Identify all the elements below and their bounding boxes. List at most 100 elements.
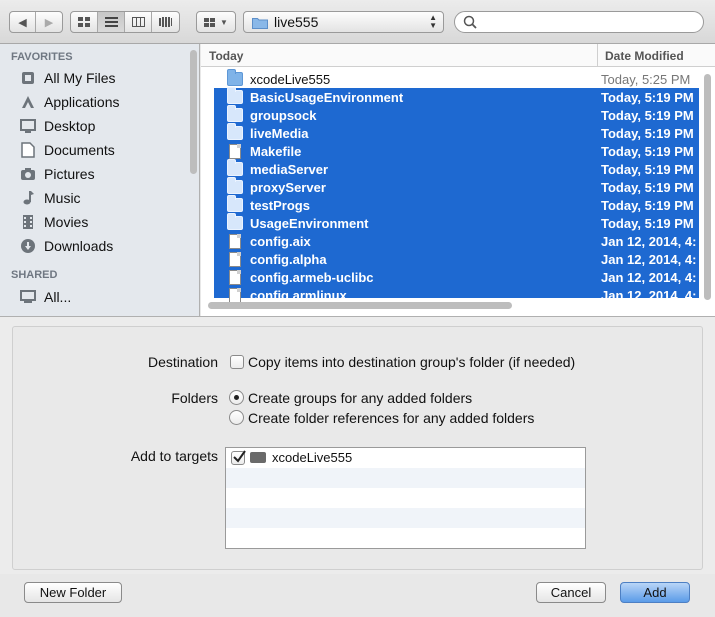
create-folder-references-radio[interactable] <box>229 410 244 425</box>
folder-icon <box>227 105 243 122</box>
file-row[interactable]: proxyServer Today, 5:19 PM <box>227 177 699 196</box>
sidebar-item-all-my-files[interactable]: All My Files <box>18 66 186 90</box>
search-input[interactable] <box>481 15 691 29</box>
cover-flow-icon <box>159 17 172 27</box>
file-row[interactable]: Makefile Today, 5:19 PM <box>227 142 699 160</box>
file-name: proxyServer <box>250 179 326 195</box>
column-divider[interactable] <box>597 44 598 67</box>
file-name: xcodeLive555 <box>250 71 331 87</box>
file-row[interactable]: config.aix Jan 12, 2014, 4: <box>227 232 699 250</box>
copy-items-label[interactable]: Copy items into destination group's fold… <box>248 354 575 370</box>
file-name: Makefile <box>250 143 302 159</box>
documents-icon <box>18 141 38 159</box>
sidebar-item-label: Downloads <box>44 238 114 254</box>
arrange-button-body: ▼ <box>197 12 235 32</box>
file-row[interactable]: mediaServer Today, 5:19 PM <box>227 159 699 178</box>
document-icon <box>229 143 241 159</box>
options-panel: Destination Copy items into destination … <box>0 316 715 574</box>
empty-row <box>226 468 585 488</box>
sidebar-item-pictures[interactable]: Pictures <box>18 162 186 186</box>
arrange-menu-button[interactable]: ▼ <box>196 11 236 33</box>
empty-row <box>226 528 585 548</box>
file-row[interactable]: groupsock Today, 5:19 PM <box>227 105 699 124</box>
icon-view-button[interactable] <box>71 12 98 32</box>
icon-view-icon <box>78 17 90 27</box>
file-list-horizontal-scrollbar[interactable] <box>208 302 512 309</box>
path-popup[interactable]: live555 ▲ ▼ <box>243 11 444 33</box>
folder-icon <box>227 213 243 230</box>
create-groups-radio[interactable] <box>229 390 244 405</box>
back-forward-control: ◀ ▶ <box>9 11 63 33</box>
document-icon <box>229 233 241 249</box>
target-name: xcodeLive555 <box>272 450 353 465</box>
search-icon <box>463 15 477 29</box>
cover-flow-button[interactable] <box>152 12 179 32</box>
file-name: groupsock <box>250 107 317 123</box>
destination-label: Destination <box>147 354 218 370</box>
list-view-button[interactable] <box>98 12 125 32</box>
sidebar-item-downloads[interactable]: Downloads <box>18 234 186 258</box>
create-groups-label[interactable]: Create groups for any added folders <box>248 390 472 406</box>
target-checkbox[interactable] <box>231 450 246 465</box>
file-date: Jan 12, 2014, 4: <box>601 269 697 285</box>
target-row[interactable]: xcodeLive555 <box>226 448 585 468</box>
favorites-heading: FAVORITES <box>11 51 73 63</box>
file-date: Jan 12, 2014, 4: <box>601 233 697 249</box>
sidebar-item-label: All... <box>44 289 72 305</box>
view-mode-control <box>70 11 180 33</box>
file-date: Today, 5:25 PM <box>601 71 691 87</box>
movies-icon <box>18 213 38 231</box>
file-name: mediaServer <box>250 161 329 177</box>
file-row[interactable]: UsageEnvironment Today, 5:19 PM <box>227 213 699 232</box>
column-header-date[interactable]: Date Modified <box>605 49 684 63</box>
document-icon <box>229 251 241 267</box>
copy-items-checkbox[interactable] <box>230 355 244 369</box>
targets-list: xcodeLive555 <box>225 447 586 549</box>
column-view-icon <box>131 17 145 27</box>
sidebar-scrollbar[interactable] <box>190 50 197 174</box>
file-list: Today Date Modified xcodeLive555 Today, … <box>201 44 715 316</box>
sidebar-item-documents[interactable]: Documents <box>18 138 186 162</box>
back-button[interactable]: ◀ <box>10 12 36 32</box>
sidebar-item-all-shared[interactable]: All... <box>18 285 186 309</box>
desktop-icon <box>18 117 38 135</box>
sidebar: FAVORITES All My Files Applications Desk… <box>0 44 200 316</box>
file-row[interactable]: liveMedia Today, 5:19 PM <box>227 123 699 142</box>
column-header-name[interactable]: Today <box>209 49 243 63</box>
sidebar-item-movies[interactable]: Movies <box>18 210 186 234</box>
folders-label: Folders <box>171 390 218 406</box>
file-date: Today, 5:19 PM <box>601 197 694 213</box>
file-name: UsageEnvironment <box>250 215 369 231</box>
file-name: testProgs <box>250 197 310 213</box>
file-list-header: Today Date Modified <box>201 44 715 67</box>
chevron-right-icon: ▶ <box>44 16 54 29</box>
search-field[interactable] <box>454 11 704 33</box>
add-to-targets-label: Add to targets <box>130 448 218 464</box>
music-icon <box>18 189 38 207</box>
file-row[interactable]: config.armeb-uclibc Jan 12, 2014, 4: <box>227 268 699 286</box>
file-row[interactable]: testProgs Today, 5:19 PM <box>227 195 699 214</box>
sidebar-item-music[interactable]: Music <box>18 186 186 210</box>
folder-icon <box>227 159 243 176</box>
column-view-button[interactable] <box>125 12 152 32</box>
empty-row <box>226 508 585 528</box>
file-list-vertical-scrollbar[interactable] <box>704 74 711 300</box>
pictures-icon <box>18 165 38 183</box>
sidebar-item-applications[interactable]: Applications <box>18 90 186 114</box>
add-button[interactable]: Add <box>620 582 690 603</box>
sidebar-item-label: Applications <box>44 94 120 110</box>
sidebar-item-desktop[interactable]: Desktop <box>18 114 186 138</box>
new-folder-button[interactable]: New Folder <box>24 582 122 603</box>
create-folder-references-label[interactable]: Create folder references for any added f… <box>248 410 534 426</box>
forward-button[interactable]: ▶ <box>36 12 62 32</box>
chevron-left-icon: ◀ <box>18 16 27 29</box>
file-row[interactable]: xcodeLive555 Today, 5:25 PM <box>227 69 699 88</box>
cancel-button[interactable]: Cancel <box>536 582 606 603</box>
folder-icon <box>227 177 243 194</box>
sidebar-item-label: All My Files <box>44 70 116 86</box>
empty-row <box>226 488 585 508</box>
file-row[interactable]: config.alpha Jan 12, 2014, 4: <box>227 250 699 268</box>
folder-icon <box>227 87 243 104</box>
file-row[interactable]: BasicUsageEnvironment Today, 5:19 PM <box>227 87 699 106</box>
file-name: liveMedia <box>250 125 309 141</box>
